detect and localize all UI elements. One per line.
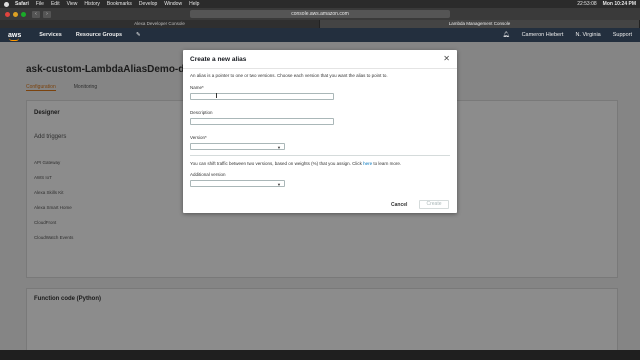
dialog-description: An alias is a pointer to one or two vers… <box>190 73 388 78</box>
forward-icon[interactable]: › <box>43 10 51 18</box>
close-window-button[interactable] <box>5 11 10 17</box>
support-menu[interactable]: Support <box>613 32 632 38</box>
menu-edit[interactable]: Edit <box>51 0 60 8</box>
version-select[interactable]: ▼ <box>190 143 285 150</box>
version-label: Version* <box>190 135 207 140</box>
close-icon[interactable]: ✕ <box>443 54 450 63</box>
timer-readout: 22:53:08 <box>577 1 597 7</box>
user-menu[interactable]: Cameron Hiebert <box>522 32 564 38</box>
learn-more-link[interactable]: here <box>363 161 372 166</box>
menu-clock[interactable]: Mon 10:24 PM <box>603 0 636 8</box>
caret-down-icon: ▼ <box>277 145 281 150</box>
menu-view[interactable]: View <box>67 0 78 8</box>
section-divider <box>190 155 450 156</box>
menu-bookmarks[interactable]: Bookmarks <box>107 0 132 8</box>
browser-toolbar: ‹ › console.aws.amazon.com <box>0 8 640 20</box>
dialog-title: Create a new alias <box>190 56 247 63</box>
menu-help[interactable]: Help <box>189 0 199 8</box>
create-alias-dialog: Create a new alias ✕ An alias is a point… <box>183 50 457 213</box>
additional-version-select[interactable]: ▼ <box>190 180 285 187</box>
menu-window[interactable]: Window <box>164 0 182 8</box>
back-icon[interactable]: ‹ <box>32 10 40 18</box>
description-input[interactable] <box>190 118 334 125</box>
menu-develop[interactable]: Develop <box>139 0 157 8</box>
tab-alexa-console[interactable]: Alexa Developer Console <box>0 20 320 28</box>
aws-header: aws Services Resource Groups ✎ 🔔︎ Camero… <box>0 28 640 42</box>
pin-icon[interactable]: ✎ <box>136 32 141 38</box>
name-label: Name* <box>190 85 204 90</box>
tab-lambda-console[interactable]: Lambda Management Console <box>320 20 640 28</box>
resource-groups-menu[interactable]: Resource Groups <box>76 32 122 38</box>
dock-strip <box>0 350 640 360</box>
create-button[interactable]: Create <box>419 200 449 209</box>
menu-history[interactable]: History <box>84 0 100 8</box>
cancel-button[interactable]: Cancel <box>391 202 407 208</box>
zoom-window-button[interactable] <box>21 11 26 17</box>
aws-logo[interactable]: aws <box>8 32 21 41</box>
minimize-window-button[interactable] <box>13 11 18 17</box>
apple-icon[interactable] <box>4 1 9 7</box>
traffic-shift-info: You can shift traffic between two versio… <box>190 161 402 166</box>
text-cursor <box>216 93 219 98</box>
browser-tabs: Alexa Developer Console Lambda Managemen… <box>0 20 640 28</box>
services-menu[interactable]: Services <box>39 32 62 38</box>
address-bar[interactable]: console.aws.amazon.com <box>190 10 450 18</box>
caret-down-icon: ▼ <box>277 182 281 187</box>
region-menu[interactable]: N. Virginia <box>575 32 600 38</box>
header-divider <box>183 68 457 69</box>
description-label: Description <box>190 110 213 115</box>
bell-icon[interactable]: 🔔︎ <box>503 32 510 38</box>
menu-file[interactable]: File <box>36 0 44 8</box>
mac-menu-bar: Safari File Edit View History Bookmarks … <box>0 0 640 8</box>
menu-safari[interactable]: Safari <box>15 0 29 8</box>
name-input[interactable] <box>190 93 334 100</box>
additional-version-label: Additional version <box>190 172 226 177</box>
